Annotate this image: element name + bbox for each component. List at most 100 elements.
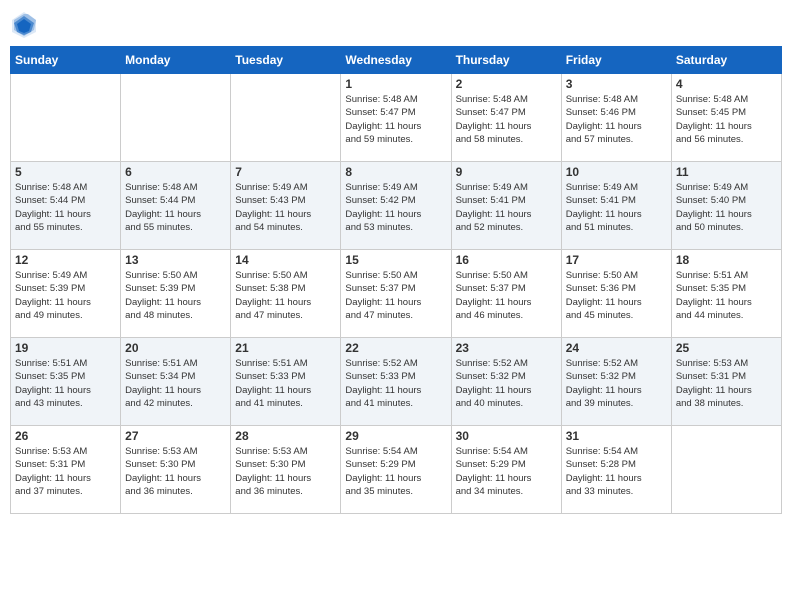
- day-number: 4: [676, 77, 777, 91]
- day-info: Sunrise: 5:48 AM Sunset: 5:44 PM Dayligh…: [125, 181, 226, 234]
- day-info: Sunrise: 5:49 AM Sunset: 5:41 PM Dayligh…: [456, 181, 557, 234]
- day-number: 11: [676, 165, 777, 179]
- day-info: Sunrise: 5:50 AM Sunset: 5:38 PM Dayligh…: [235, 269, 336, 322]
- day-number: 28: [235, 429, 336, 443]
- day-number: 6: [125, 165, 226, 179]
- calendar-cell: 19 Sunrise: 5:51 AM Sunset: 5:35 PM Dayli…: [11, 338, 121, 426]
- day-info: Sunrise: 5:52 AM Sunset: 5:32 PM Dayligh…: [456, 357, 557, 410]
- day-info: Sunrise: 5:48 AM Sunset: 5:47 PM Dayligh…: [456, 93, 557, 146]
- day-number: 15: [345, 253, 446, 267]
- calendar-cell: 16Sunrise: 5:50 AM Sunset: 5:37 PM Dayli…: [451, 250, 561, 338]
- day-of-week-header: Sunday: [11, 47, 121, 74]
- day-info: Sunrise: 5:48 AM Sunset: 5:47 PM Dayligh…: [345, 93, 446, 146]
- calendar-week-row: 1Sunrise: 5:48 AM Sunset: 5:47 PM Daylig…: [11, 74, 782, 162]
- day-number: 26: [15, 429, 116, 443]
- day-number: 8: [345, 165, 446, 179]
- calendar-week-row: 5 Sunrise: 5:48 AM Sunset: 5:44 PM Daylig…: [11, 162, 782, 250]
- calendar-cell: 4 Sunrise: 5:48 AM Sunset: 5:45 PM Daylig…: [671, 74, 781, 162]
- day-number: 22: [345, 341, 446, 355]
- calendar-cell: 9 Sunrise: 5:49 AM Sunset: 5:41 PM Daylig…: [451, 162, 561, 250]
- calendar-cell: 25 Sunrise: 5:53 AM Sunset: 5:31 PM Dayli…: [671, 338, 781, 426]
- calendar-cell: 7Sunrise: 5:49 AM Sunset: 5:43 PM Daylig…: [231, 162, 341, 250]
- logo-icon: [10, 10, 38, 38]
- calendar-cell: 14Sunrise: 5:50 AM Sunset: 5:38 PM Dayli…: [231, 250, 341, 338]
- day-number: 17: [566, 253, 667, 267]
- calendar-cell: 1Sunrise: 5:48 AM Sunset: 5:47 PM Daylig…: [341, 74, 451, 162]
- calendar-cell: 13 Sunrise: 5:50 AM Sunset: 5:39 PM Dayli…: [121, 250, 231, 338]
- calendar-cell: [231, 74, 341, 162]
- day-of-week-header: Tuesday: [231, 47, 341, 74]
- day-number: 20: [125, 341, 226, 355]
- day-info: Sunrise: 5:51 AM Sunset: 5:35 PM Dayligh…: [676, 269, 777, 322]
- day-info: Sunrise: 5:49 AM Sunset: 5:41 PM Dayligh…: [566, 181, 667, 234]
- day-number: 23: [456, 341, 557, 355]
- calendar-cell: 29 Sunrise: 5:54 AM Sunset: 5:29 PM Dayli…: [341, 426, 451, 514]
- calendar-cell: 11 Sunrise: 5:49 AM Sunset: 5:40 PM Dayli…: [671, 162, 781, 250]
- day-info: Sunrise: 5:49 AM Sunset: 5:43 PM Dayligh…: [235, 181, 336, 234]
- day-info: Sunrise: 5:53 AM Sunset: 5:31 PM Dayligh…: [676, 357, 777, 410]
- day-number: 12: [15, 253, 116, 267]
- calendar-cell: 5 Sunrise: 5:48 AM Sunset: 5:44 PM Daylig…: [11, 162, 121, 250]
- calendar-week-row: 26 Sunrise: 5:53 AM Sunset: 5:31 PM Dayli…: [11, 426, 782, 514]
- day-number: 16: [456, 253, 557, 267]
- day-info: Sunrise: 5:52 AM Sunset: 5:33 PM Dayligh…: [345, 357, 446, 410]
- day-info: Sunrise: 5:53 AM Sunset: 5:30 PM Dayligh…: [235, 445, 336, 498]
- day-of-week-header: Wednesday: [341, 47, 451, 74]
- calendar-cell: 15Sunrise: 5:50 AM Sunset: 5:37 PM Dayli…: [341, 250, 451, 338]
- day-number: 30: [456, 429, 557, 443]
- logo: [10, 10, 40, 38]
- calendar-cell: [11, 74, 121, 162]
- day-number: 27: [125, 429, 226, 443]
- day-info: Sunrise: 5:54 AM Sunset: 5:28 PM Dayligh…: [566, 445, 667, 498]
- day-info: Sunrise: 5:48 AM Sunset: 5:45 PM Dayligh…: [676, 93, 777, 146]
- day-of-week-header: Saturday: [671, 47, 781, 74]
- calendar-cell: 21 Sunrise: 5:51 AM Sunset: 5:33 PM Dayli…: [231, 338, 341, 426]
- calendar-cell: 6 Sunrise: 5:48 AM Sunset: 5:44 PM Daylig…: [121, 162, 231, 250]
- day-info: Sunrise: 5:54 AM Sunset: 5:29 PM Dayligh…: [345, 445, 446, 498]
- day-number: 31: [566, 429, 667, 443]
- calendar-week-row: 19 Sunrise: 5:51 AM Sunset: 5:35 PM Dayli…: [11, 338, 782, 426]
- day-info: Sunrise: 5:50 AM Sunset: 5:39 PM Dayligh…: [125, 269, 226, 322]
- calendar-table: SundayMondayTuesdayWednesdayThursdayFrid…: [10, 46, 782, 514]
- day-of-week-header: Friday: [561, 47, 671, 74]
- day-info: Sunrise: 5:49 AM Sunset: 5:40 PM Dayligh…: [676, 181, 777, 234]
- day-info: Sunrise: 5:50 AM Sunset: 5:36 PM Dayligh…: [566, 269, 667, 322]
- calendar-cell: 12 Sunrise: 5:49 AM Sunset: 5:39 PM Dayli…: [11, 250, 121, 338]
- day-info: Sunrise: 5:51 AM Sunset: 5:35 PM Dayligh…: [15, 357, 116, 410]
- calendar-cell: 10 Sunrise: 5:49 AM Sunset: 5:41 PM Dayli…: [561, 162, 671, 250]
- page-header: [10, 10, 782, 38]
- day-info: Sunrise: 5:54 AM Sunset: 5:29 PM Dayligh…: [456, 445, 557, 498]
- day-number: 5: [15, 165, 116, 179]
- day-number: 29: [345, 429, 446, 443]
- day-number: 21: [235, 341, 336, 355]
- calendar-cell: 28 Sunrise: 5:53 AM Sunset: 5:30 PM Dayli…: [231, 426, 341, 514]
- day-info: Sunrise: 5:53 AM Sunset: 5:30 PM Dayligh…: [125, 445, 226, 498]
- day-number: 10: [566, 165, 667, 179]
- calendar-cell: 8Sunrise: 5:49 AM Sunset: 5:42 PM Daylig…: [341, 162, 451, 250]
- calendar-cell: 24Sunrise: 5:52 AM Sunset: 5:32 PM Dayli…: [561, 338, 671, 426]
- day-info: Sunrise: 5:48 AM Sunset: 5:44 PM Dayligh…: [15, 181, 116, 234]
- calendar-cell: [121, 74, 231, 162]
- day-of-week-header: Thursday: [451, 47, 561, 74]
- day-info: Sunrise: 5:51 AM Sunset: 5:34 PM Dayligh…: [125, 357, 226, 410]
- day-number: 9: [456, 165, 557, 179]
- calendar-cell: 20 Sunrise: 5:51 AM Sunset: 5:34 PM Dayli…: [121, 338, 231, 426]
- day-info: Sunrise: 5:49 AM Sunset: 5:39 PM Dayligh…: [15, 269, 116, 322]
- calendar-cell: 31 Sunrise: 5:54 AM Sunset: 5:28 PM Dayli…: [561, 426, 671, 514]
- day-number: 25: [676, 341, 777, 355]
- calendar-cell: 23 Sunrise: 5:52 AM Sunset: 5:32 PM Dayli…: [451, 338, 561, 426]
- calendar-week-row: 12 Sunrise: 5:49 AM Sunset: 5:39 PM Dayli…: [11, 250, 782, 338]
- day-info: Sunrise: 5:53 AM Sunset: 5:31 PM Dayligh…: [15, 445, 116, 498]
- day-number: 24: [566, 341, 667, 355]
- calendar-cell: [671, 426, 781, 514]
- day-number: 19: [15, 341, 116, 355]
- calendar-cell: 30 Sunrise: 5:54 AM Sunset: 5:29 PM Dayli…: [451, 426, 561, 514]
- day-number: 13: [125, 253, 226, 267]
- day-number: 3: [566, 77, 667, 91]
- calendar-header-row: SundayMondayTuesdayWednesdayThursdayFrid…: [11, 47, 782, 74]
- calendar-cell: 26 Sunrise: 5:53 AM Sunset: 5:31 PM Dayli…: [11, 426, 121, 514]
- calendar-cell: 18Sunrise: 5:51 AM Sunset: 5:35 PM Dayli…: [671, 250, 781, 338]
- day-info: Sunrise: 5:48 AM Sunset: 5:46 PM Dayligh…: [566, 93, 667, 146]
- calendar-cell: 17 Sunrise: 5:50 AM Sunset: 5:36 PM Dayli…: [561, 250, 671, 338]
- day-info: Sunrise: 5:51 AM Sunset: 5:33 PM Dayligh…: [235, 357, 336, 410]
